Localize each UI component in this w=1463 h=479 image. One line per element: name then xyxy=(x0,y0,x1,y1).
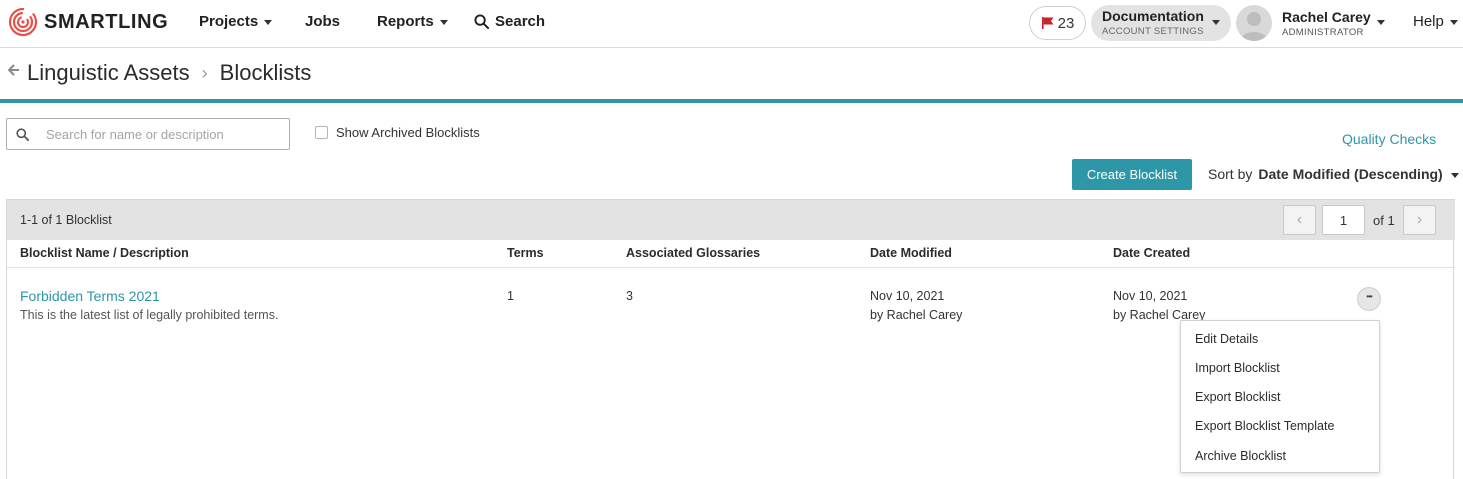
nav-jobs[interactable]: Jobs xyxy=(305,13,340,30)
chevron-down-icon xyxy=(439,20,448,25)
account-settings-label: ACCOUNT SETTINGS xyxy=(1102,26,1204,37)
menu-item-export-blocklist[interactable]: Export Blocklist xyxy=(1195,390,1280,404)
nav-search-label: Search xyxy=(495,13,546,30)
column-header-date-created: Date Created xyxy=(1113,246,1191,260)
blocklist-name-link[interactable]: Forbidden Terms 2021 xyxy=(20,287,278,306)
sort-value: Date Modified (Descending) xyxy=(1258,166,1443,182)
breadcrumb-parent[interactable]: Linguistic Assets xyxy=(27,60,190,86)
quality-checks-link[interactable]: Quality Checks xyxy=(1342,131,1436,147)
user-menu[interactable]: Rachel Carey ADMINISTRATOR xyxy=(1236,5,1386,41)
page-total: of 1 xyxy=(1373,213,1395,228)
column-header-name: Blocklist Name / Description xyxy=(20,246,189,260)
date-modified-cell: Nov 10, 2021 by Rachel Carey xyxy=(870,287,962,325)
column-header-date-modified: Date Modified xyxy=(870,246,952,260)
nav-reports[interactable]: Reports xyxy=(377,13,448,30)
nav-jobs-label: Jobs xyxy=(305,13,341,30)
show-archived-checkbox[interactable] xyxy=(315,126,328,139)
chevron-down-icon xyxy=(1377,20,1385,25)
help-menu[interactable]: Help xyxy=(1413,13,1458,30)
breadcrumb-separator: › xyxy=(201,62,208,83)
breadcrumb: Linguistic Assets › Blocklists xyxy=(8,60,311,86)
create-blocklist-button[interactable]: Create Blocklist xyxy=(1072,159,1192,190)
nav-projects[interactable]: Projects xyxy=(199,13,273,30)
sort-label: Sort by xyxy=(1208,166,1253,182)
account-name: Documentation xyxy=(1102,8,1204,24)
chevron-right-icon: › xyxy=(1416,211,1423,228)
chevron-down-icon xyxy=(264,20,273,25)
chevron-down-icon xyxy=(1450,172,1459,178)
chevron-left-icon: ‹ xyxy=(1296,211,1303,228)
notifications-button[interactable]: 23 xyxy=(1029,6,1086,40)
menu-item-export-template[interactable]: Export Blocklist Template xyxy=(1195,419,1334,433)
column-header-glossaries: Associated Glossaries xyxy=(626,246,761,260)
column-header-terms: Terms xyxy=(507,246,544,260)
terms-count: 1 xyxy=(507,289,514,303)
menu-item-archive-blocklist[interactable]: Archive Blocklist xyxy=(1195,449,1286,463)
fingerprint-logo-icon xyxy=(8,7,38,37)
show-archived-label: Show Archived Blocklists xyxy=(336,125,480,140)
nav-search[interactable]: Search xyxy=(474,13,545,30)
user-silhouette-icon xyxy=(1240,12,1268,41)
glossaries-count: 3 xyxy=(626,289,633,303)
date-created: Nov 10, 2021 xyxy=(1113,289,1188,303)
table-header-row: Blocklist Name / Description Terms Assoc… xyxy=(7,240,1455,268)
row-actions-button[interactable]: ••• xyxy=(1357,287,1381,311)
chevron-down-icon xyxy=(1449,20,1458,25)
nav-reports-label: Reports xyxy=(377,13,434,30)
blocklist-description: This is the latest list of legally prohi… xyxy=(20,308,279,322)
date-modified: Nov 10, 2021 xyxy=(870,289,945,303)
avatar xyxy=(1236,5,1272,41)
menu-item-edit-details[interactable]: Edit Details xyxy=(1195,332,1258,346)
menu-item-import-blocklist[interactable]: Import Blocklist xyxy=(1195,361,1280,375)
account-switcher[interactable]: Documentation ACCOUNT SETTINGS xyxy=(1091,5,1231,41)
show-archived-toggle[interactable]: Show Archived Blocklists xyxy=(315,125,480,140)
previous-page-button[interactable]: ‹ xyxy=(1283,205,1316,235)
notifications-count: 23 xyxy=(1057,14,1075,32)
back-arrow-icon[interactable] xyxy=(8,64,20,76)
chevron-down-icon xyxy=(1212,20,1220,25)
search-field[interactable] xyxy=(6,118,290,150)
flag-icon xyxy=(1041,17,1054,29)
result-count: 1-1 of 1 Blocklist xyxy=(20,213,112,227)
help-label: Help xyxy=(1413,13,1444,30)
modified-by: by Rachel Carey xyxy=(870,308,963,322)
user-role: ADMINISTRATOR xyxy=(1282,27,1364,38)
brand-name: SMARTLING xyxy=(44,10,169,33)
page-number-input[interactable]: 1 xyxy=(1322,205,1365,235)
table-summary-bar: 1-1 of 1 Blocklist ‹ 1 of 1 › xyxy=(7,199,1455,240)
header-divider xyxy=(0,99,1463,103)
next-page-button[interactable]: › xyxy=(1403,205,1436,235)
more-options-icon: ••• xyxy=(1366,292,1372,301)
page-title: Blocklists xyxy=(219,60,312,85)
row-actions-menu: Edit Details Import Blocklist Export Blo… xyxy=(1180,320,1380,473)
nav-projects-label: Projects xyxy=(199,13,259,30)
search-input[interactable] xyxy=(46,126,276,142)
search-icon xyxy=(16,127,29,141)
search-icon xyxy=(474,14,489,29)
blocklist-name-cell: Forbidden Terms 2021 This is the latest … xyxy=(20,287,278,325)
smartling-logo[interactable]: SMARTLING xyxy=(8,7,168,37)
sort-dropdown[interactable]: Sort by Date Modified (Descending) xyxy=(1208,166,1459,182)
top-navigation: SMARTLING Projects Jobs Reports Search 2… xyxy=(0,0,1463,48)
user-name: Rachel Carey xyxy=(1282,9,1371,25)
